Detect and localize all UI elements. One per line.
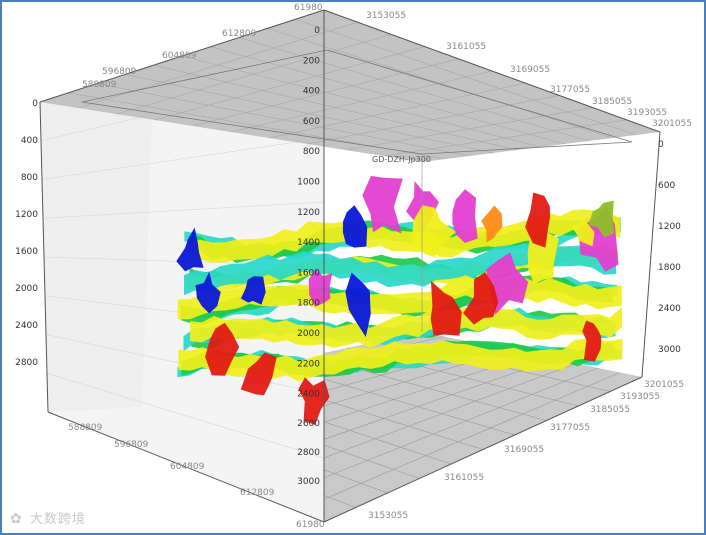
easting-tick-top: 588809 (82, 80, 117, 90)
depth-tick-center: 0 (314, 26, 320, 36)
depth-tick-left: 2400 (15, 321, 38, 331)
northing-tick-top: 3177055 (550, 85, 590, 95)
depth-tick-center: 1400 (297, 238, 320, 248)
northing-tick-bottom: 3201055 (644, 380, 684, 390)
depth-tick-center: 1800 (297, 299, 320, 309)
easting-tick-bottom: 596809 (114, 440, 149, 450)
well-label: GD-DZH-Jp300 (372, 155, 431, 164)
depth-tick-left: 2000 (15, 284, 38, 294)
3d-seismic-viewer[interactable]: 0 400 800 1200 1600 2000 2400 2800 0 200 400 600 800… (0, 0, 706, 535)
depth-tick-center: 200 (303, 56, 320, 66)
depth-tick-center: 2400 (297, 390, 320, 400)
northing-tick-top: 3153055 (366, 11, 406, 21)
depth-tick-right: 3000 (658, 345, 681, 355)
watermark: ✿ 大数跨境 (10, 508, 86, 527)
depth-tick-center: 1200 (297, 208, 320, 218)
watermark-text: 大数跨境 (29, 512, 86, 527)
easting-tick-top: 596809 (102, 67, 137, 77)
northing-tick-top: 3201055 (652, 119, 692, 129)
northing-tick-bottom: 3161055 (444, 473, 484, 483)
depth-tick-left: 1200 (15, 210, 38, 220)
weibo-icon: ✿ (10, 511, 23, 527)
depth-tick-center-lower: 2800 (297, 448, 320, 458)
northing-tick-bottom: 3177055 (550, 423, 590, 433)
3d-scene-canvas[interactable]: 0 400 800 1200 1600 2000 2400 2800 0 200 400 600 800… (2, 2, 704, 533)
northing-tick-bottom: 3193055 (620, 392, 660, 402)
depth-tick-right: 1200 (658, 222, 681, 232)
easting-tick-top: 604809 (162, 51, 197, 61)
depth-tick-left: 400 (21, 136, 38, 146)
easting-tick-bottom: 604809 (170, 462, 205, 472)
depth-tick-center: 600 (303, 117, 320, 127)
depth-tick-right: 2400 (658, 304, 681, 314)
depth-tick-right: 1800 (658, 263, 681, 273)
depth-tick-center-lower: 2600 (297, 419, 320, 429)
frame-right-edge (641, 131, 661, 378)
northing-tick-bottom: 3169055 (504, 445, 544, 455)
back-left-panel (40, 102, 152, 412)
northing-tick-top: 3185055 (592, 97, 632, 107)
depth-tick-left: 1600 (15, 247, 38, 257)
depth-tick-left: 800 (21, 173, 38, 183)
northing-tick-top: 3193055 (627, 108, 667, 118)
depth-tick-left: 0 (32, 99, 38, 109)
easting-tick-bottom: 612809 (240, 488, 275, 498)
northing-tick-bottom: 3185055 (590, 405, 630, 415)
depth-tick-center: 800 (303, 147, 320, 157)
easting-corner-bottom: 61980 (296, 520, 325, 530)
depth-tick-right: 600 (658, 181, 675, 191)
northing-tick-bottom: 3153055 (368, 511, 408, 521)
depth-tick-center: 2200 (297, 359, 320, 369)
easting-tick-top: 612809 (222, 29, 257, 39)
depth-tick-center-lower: 3000 (297, 477, 320, 487)
depth-tick-center: 1600 (297, 268, 320, 278)
easting-tick-bottom: 588809 (68, 423, 103, 433)
northing-tick-top: 3161055 (446, 42, 486, 52)
northing-tick-top: 3169055 (510, 65, 550, 75)
depth-tick-center: 400 (303, 87, 320, 97)
surface-blob (342, 205, 368, 248)
depth-tick-center: 2000 (297, 329, 320, 339)
depth-tick-left: 2800 (15, 358, 38, 368)
depth-tick-right: 0 (658, 140, 664, 150)
easting-corner-top: 61980 (294, 3, 323, 13)
depth-tick-center: 1000 (297, 178, 320, 188)
